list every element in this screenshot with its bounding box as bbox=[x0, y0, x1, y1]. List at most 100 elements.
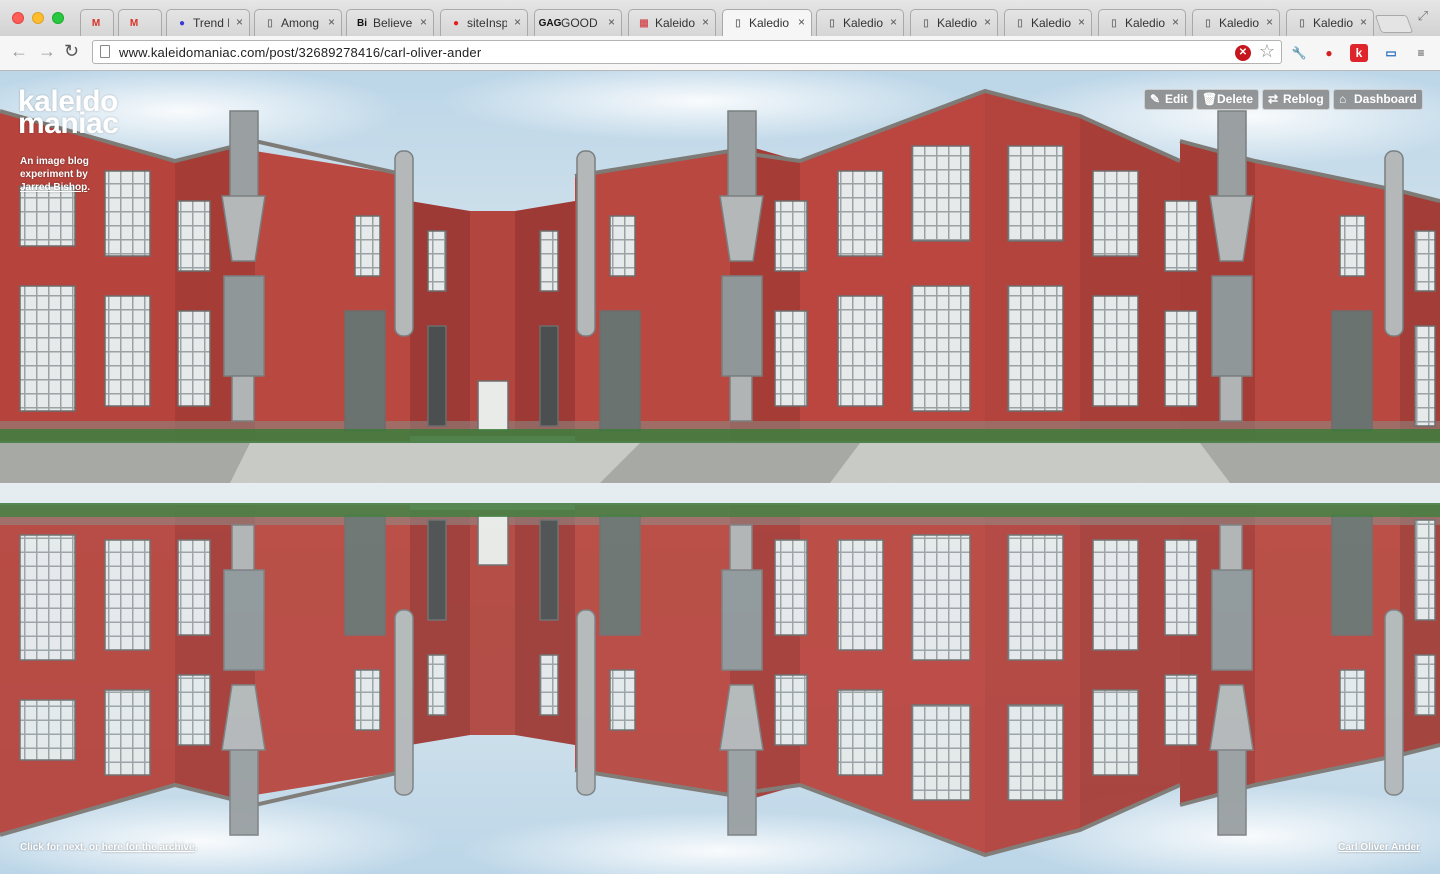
tab-close-icon[interactable]: × bbox=[798, 15, 805, 29]
page-icon: ▯ bbox=[1205, 17, 1211, 29]
page-icon: ▯ bbox=[923, 17, 929, 29]
dashboard-button[interactable]: ⌂ Dashboard bbox=[1333, 89, 1423, 110]
page-icon: ▯ bbox=[735, 17, 741, 29]
adblock-icon[interactable]: ✕ bbox=[1235, 45, 1251, 61]
klout-icon[interactable]: k bbox=[1350, 44, 1368, 62]
tab-close-icon[interactable]: × bbox=[1172, 15, 1179, 29]
kaleido-thumb-icon: ▦ bbox=[639, 17, 649, 29]
browser-tab[interactable]: Bi Believe × bbox=[346, 9, 434, 36]
control-label: Edit bbox=[1165, 92, 1188, 106]
tab-close-icon[interactable]: × bbox=[1078, 15, 1085, 29]
tagline-period: . bbox=[87, 182, 91, 193]
browser-tab[interactable]: ▦ Kaleido × bbox=[628, 9, 716, 36]
archive-link[interactable]: here for the archive bbox=[102, 842, 195, 853]
browser-tab[interactable]: ▯ Kaledio × bbox=[722, 9, 812, 36]
browser-tab[interactable]: ▯ Kaledio × bbox=[1098, 9, 1186, 36]
tab-title: Kaledio bbox=[843, 16, 883, 30]
new-tab-button[interactable] bbox=[1374, 15, 1414, 33]
control-label: Dashboard bbox=[1354, 92, 1417, 106]
page-icon bbox=[100, 45, 110, 58]
tab-close-icon[interactable]: × bbox=[608, 15, 615, 29]
tab-close-icon[interactable]: × bbox=[702, 15, 709, 29]
tab-title: Kaledio bbox=[1313, 16, 1353, 30]
tab-close-icon[interactable]: × bbox=[420, 15, 427, 29]
site-logo[interactable]: kaleido maniac bbox=[18, 87, 119, 140]
tab-close-icon[interactable]: × bbox=[890, 15, 897, 29]
url-text[interactable]: www.kaleidomaniac.com/post/32689278416/c… bbox=[119, 45, 481, 60]
control-label: Reblog bbox=[1283, 92, 1324, 106]
wrench-icon[interactable]: 🔧 bbox=[1290, 44, 1308, 62]
mirrored-factory-image[interactable] bbox=[0, 71, 1440, 874]
edit-button[interactable]: ✎ Edit bbox=[1144, 89, 1194, 110]
browser-toolbar: ← → ↻ www.kaleidomaniac.com/post/3268927… bbox=[0, 36, 1440, 71]
site-tagline: An image blog experiment by Jarred Bisho… bbox=[20, 155, 110, 194]
forward-button[interactable]: → bbox=[38, 41, 56, 62]
tab-close-icon[interactable]: × bbox=[328, 15, 335, 29]
browser-tab[interactable]: ● siteInsp × bbox=[440, 9, 528, 36]
tab-title: Believe bbox=[373, 16, 413, 30]
footer-period: . bbox=[194, 842, 198, 853]
tab-title: Kaledio bbox=[1125, 16, 1165, 30]
tab-title: Kaledio bbox=[1219, 16, 1259, 30]
page-icon: ▯ bbox=[1017, 17, 1023, 29]
browser-tab[interactable]: M bbox=[118, 9, 162, 36]
home-icon: ⌂ bbox=[1339, 92, 1347, 106]
page-icon: ▯ bbox=[1299, 17, 1305, 29]
bi-icon: Bi bbox=[357, 17, 367, 29]
tab-title: Kaleido bbox=[655, 16, 695, 30]
tab-strip: MM●Trend L×▯Among×BiBelieve×●siteInsp×GA… bbox=[80, 9, 1414, 36]
browser-tab[interactable]: ● Trend L × bbox=[166, 9, 250, 36]
browser-tab[interactable]: ▯ Kaledio × bbox=[1286, 9, 1374, 36]
kaleidoscope-post[interactable]: kaleido maniac An image blog experiment … bbox=[0, 71, 1440, 874]
fullscreen-icon[interactable]: ⤢ bbox=[1418, 8, 1428, 24]
trash-icon: 🗑 bbox=[1202, 92, 1218, 106]
reblog-icon: ⇄ bbox=[1268, 92, 1279, 106]
gag-icon: GAG bbox=[538, 17, 562, 29]
page-icon: ▯ bbox=[1111, 17, 1117, 29]
page-icon: ▯ bbox=[829, 17, 835, 29]
tab-close-icon[interactable]: × bbox=[236, 15, 243, 29]
control-label: Delete bbox=[1217, 92, 1254, 106]
photo-credit-link[interactable]: Carl Oliver Ander bbox=[1338, 842, 1420, 853]
window-zoom-button[interactable] bbox=[52, 12, 64, 24]
lastpass-icon[interactable]: ● bbox=[1320, 44, 1338, 62]
logo-line-2: maniac bbox=[18, 107, 119, 140]
dot-icon: ● bbox=[178, 17, 186, 29]
reload-button[interactable]: ↻ bbox=[64, 41, 79, 62]
browser-tab[interactable]: ▯ Among × bbox=[254, 9, 342, 36]
delete-button[interactable]: 🗑Delete bbox=[1196, 89, 1260, 110]
window-close-button[interactable] bbox=[12, 12, 24, 24]
tab-close-icon[interactable]: × bbox=[1360, 15, 1367, 29]
browser-tab[interactable]: ▯ Kaledio × bbox=[910, 9, 998, 36]
tab-title: GOOD / bbox=[561, 16, 601, 30]
tagline-text: An image blog experiment by bbox=[20, 156, 89, 180]
back-button[interactable]: ← bbox=[10, 41, 28, 62]
window-minimize-button[interactable] bbox=[32, 12, 44, 24]
author-link[interactable]: Jarred Bishop bbox=[20, 182, 87, 193]
browser-tab[interactable]: ▯ Kaledio × bbox=[1004, 9, 1092, 36]
tab-title: Kaledio bbox=[937, 16, 977, 30]
screen-capture-icon[interactable]: ▭ bbox=[1382, 44, 1400, 62]
reblog-button[interactable]: ⇄ Reblog bbox=[1262, 89, 1330, 110]
tab-title: Kaledio bbox=[1031, 16, 1071, 30]
footer-navigation: Click for next, or here for the archive. bbox=[20, 842, 197, 853]
tab-title: Among bbox=[281, 16, 320, 30]
red-circle-icon: ● bbox=[452, 17, 460, 29]
page-icon: ▯ bbox=[267, 17, 273, 29]
address-bar[interactable]: www.kaleidomaniac.com/post/32689278416/c… bbox=[92, 40, 1282, 64]
browser-tab[interactable]: ▯ Kaledio × bbox=[1192, 9, 1280, 36]
browser-tab[interactable]: GAG GOOD / × bbox=[534, 9, 622, 36]
footer-text: Click for next, or bbox=[20, 842, 99, 853]
browser-tab[interactable]: ▯ Kaledio × bbox=[816, 9, 904, 36]
gmail-icon: M bbox=[91, 17, 101, 29]
tab-title: Kaledio bbox=[749, 16, 790, 30]
menu-icon[interactable]: ≡ bbox=[1412, 44, 1430, 62]
bookmark-star-icon[interactable]: ☆ bbox=[1259, 41, 1275, 62]
tab-title: Trend L bbox=[193, 16, 229, 30]
tab-close-icon[interactable]: × bbox=[514, 15, 521, 29]
browser-tab[interactable]: M bbox=[80, 9, 114, 36]
browser-title-bar: MM●Trend L×▯Among×BiBelieve×●siteInsp×GA… bbox=[0, 0, 1440, 36]
tab-close-icon[interactable]: × bbox=[984, 15, 991, 29]
tab-title: siteInsp bbox=[467, 16, 507, 30]
tab-close-icon[interactable]: × bbox=[1266, 15, 1273, 29]
